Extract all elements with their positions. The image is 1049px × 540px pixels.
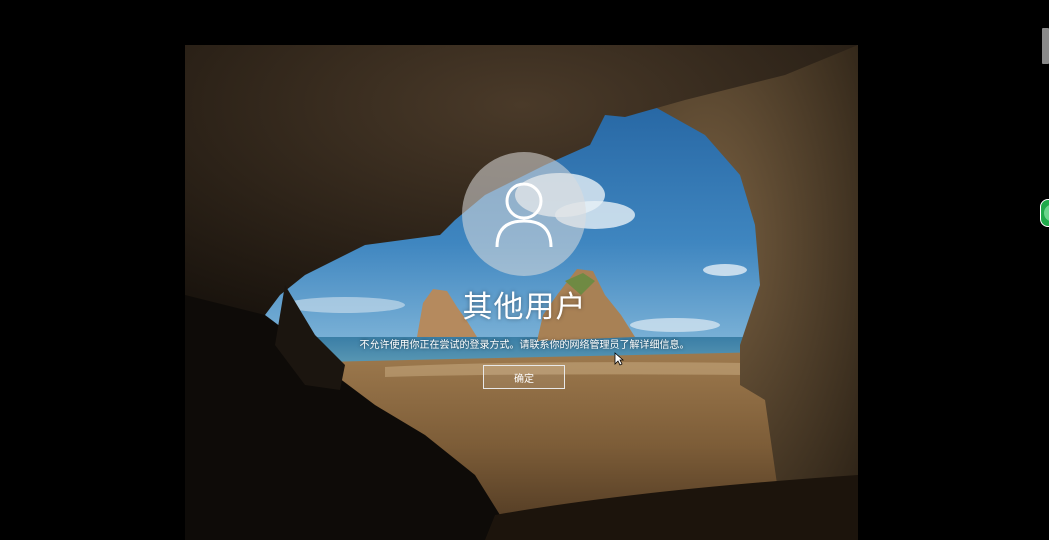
sign-in-error-message: 不允许使用你正在尝试的登录方式。请联系你的网络管理员了解详细信息。 — [359, 340, 690, 351]
mouse-cursor-icon — [614, 352, 624, 366]
login-screen: 其他用户 不允许使用你正在尝试的登录方式。请联系你的网络管理员了解详细信息。 确… — [0, 0, 1049, 540]
user-avatar — [462, 152, 586, 276]
username-label: 其他用户 — [462, 290, 587, 325]
ok-button[interactable]: 确定 — [483, 365, 565, 389]
scrollbar-thumb[interactable] — [1042, 28, 1049, 64]
floating-assistant-icon[interactable] — [1040, 199, 1049, 227]
user-silhouette-icon — [495, 182, 553, 248]
